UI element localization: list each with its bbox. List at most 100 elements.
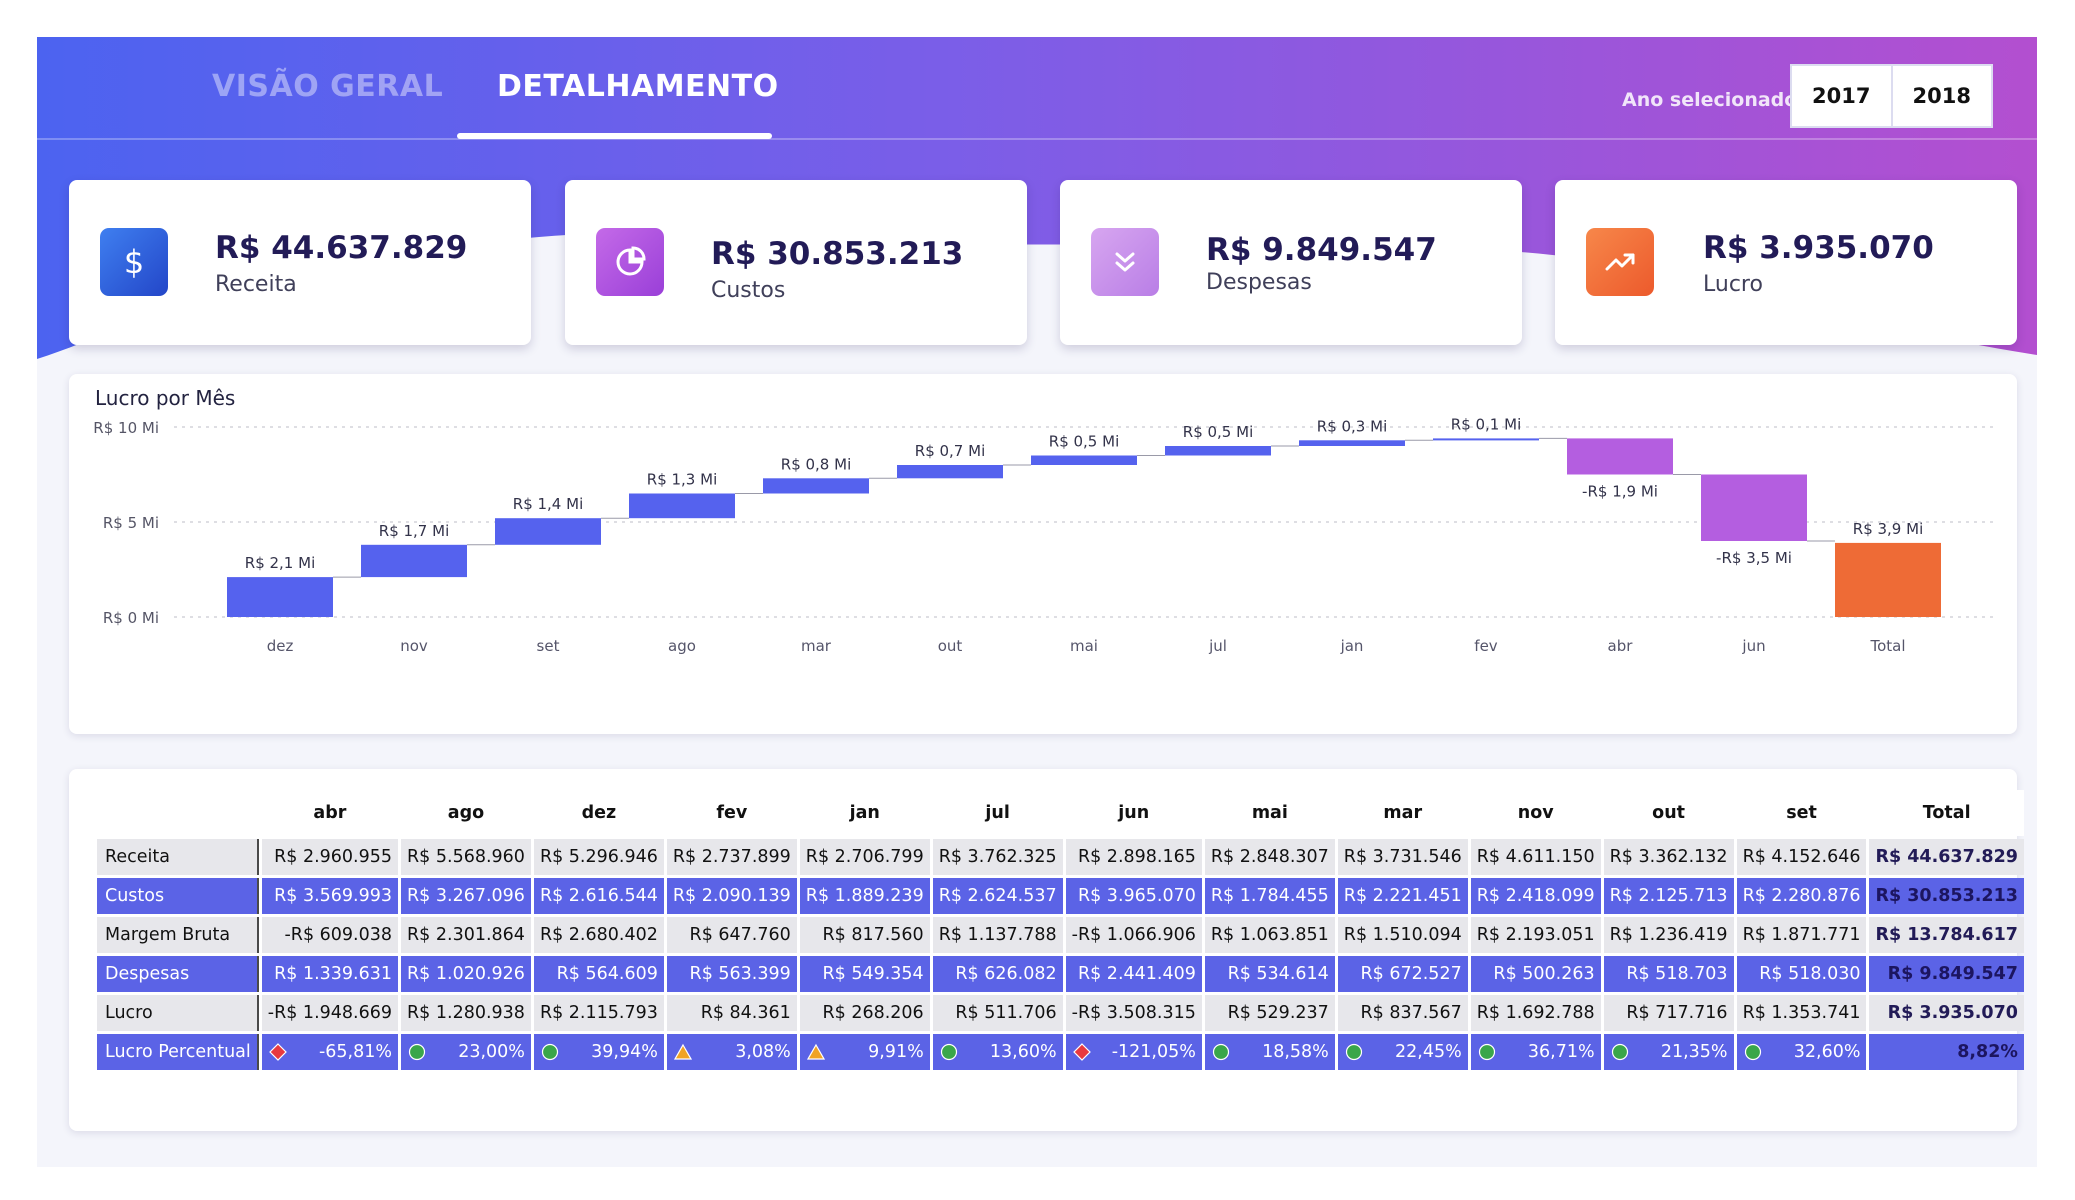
x-tick-label: fev bbox=[1474, 637, 1498, 655]
circle-indicator-icon bbox=[408, 1043, 426, 1061]
waterfall-bar bbox=[227, 577, 333, 617]
dashboard-canvas: VISÃO GERAL DETALHAMENTO Ano selecionado… bbox=[37, 37, 2037, 1167]
column-header[interactable]: jul bbox=[932, 790, 1063, 836]
kpi-value: R$ 44.637.829 bbox=[215, 230, 468, 266]
year-2017-button[interactable]: 2017 bbox=[1792, 66, 1891, 126]
x-tick-label: mar bbox=[801, 637, 832, 655]
column-header[interactable]: jun bbox=[1065, 790, 1202, 836]
table-cell: 13,60% bbox=[932, 1034, 1063, 1070]
table-cell: R$ 672.527 bbox=[1337, 956, 1468, 992]
column-header[interactable]: jan bbox=[799, 790, 930, 836]
column-header[interactable]: mai bbox=[1204, 790, 1335, 836]
kpi-value: R$ 3.935.070 bbox=[1703, 230, 1934, 266]
data-label: -R$ 3,5 Mi bbox=[1716, 549, 1792, 567]
table-cell: R$ 5.568.960 bbox=[401, 839, 531, 875]
kpi-label: Despesas bbox=[1206, 270, 1312, 295]
table-cell: R$ 837.567 bbox=[1337, 995, 1468, 1031]
waterfall-bar bbox=[1567, 438, 1673, 475]
table-cell: R$ 4.152.646 bbox=[1736, 839, 1867, 875]
tab-visao-geral[interactable]: VISÃO GERAL bbox=[212, 69, 443, 104]
cell-value: 39,94% bbox=[591, 1042, 658, 1062]
table-cell: R$ 3.569.993 bbox=[261, 878, 399, 914]
table-cell: R$ 717.716 bbox=[1603, 995, 1734, 1031]
cell-value: 3,08% bbox=[735, 1042, 791, 1062]
y-tick-label: R$ 5 Mi bbox=[103, 514, 159, 532]
table-cell: R$ 1.871.771 bbox=[1736, 917, 1867, 953]
table-cell: 22,45% bbox=[1337, 1034, 1468, 1070]
column-header[interactable]: abr bbox=[261, 790, 399, 836]
table-cell: R$ 2.193.051 bbox=[1470, 917, 1601, 953]
table-cell: 36,71% bbox=[1470, 1034, 1601, 1070]
table-row: Despesas R$ 1.339.631 R$ 1.020.926 R$ 564.6… bbox=[97, 956, 2024, 992]
cell-value: -65,81% bbox=[318, 1042, 393, 1062]
table-cell: R$ 529.237 bbox=[1204, 995, 1335, 1031]
table-cell: R$ 2.125.713 bbox=[1603, 878, 1734, 914]
row-label: Custos bbox=[97, 878, 259, 914]
column-header[interactable]: set bbox=[1736, 790, 1867, 836]
cell-value: 32,60% bbox=[1793, 1042, 1861, 1062]
table-cell: R$ 2.616.544 bbox=[533, 878, 664, 914]
cell-value: 36,71% bbox=[1527, 1042, 1595, 1062]
table-cell: R$ 13.784.617 bbox=[1869, 917, 2024, 953]
kpi-label: Lucro bbox=[1703, 272, 1763, 297]
table-cell: R$ 2.960.955 bbox=[261, 839, 399, 875]
cell-value: -121,05% bbox=[1111, 1042, 1196, 1062]
table-row: Receita R$ 2.960.955 R$ 5.568.960 R$ 5.296.… bbox=[97, 839, 2024, 875]
row-label: Receita bbox=[97, 839, 259, 875]
triangle-indicator-icon bbox=[673, 1043, 692, 1060]
table-cell: 8,82% bbox=[1869, 1034, 2024, 1070]
cell-value: 18,58% bbox=[1262, 1042, 1329, 1062]
column-header[interactable]: Total bbox=[1869, 790, 2024, 836]
column-header-empty bbox=[97, 790, 259, 836]
table-cell: R$ 3.267.096 bbox=[401, 878, 531, 914]
table-cell: R$ 647.760 bbox=[666, 917, 797, 953]
column-header[interactable]: nov bbox=[1470, 790, 1601, 836]
column-header[interactable]: out bbox=[1603, 790, 1734, 836]
kpi-card-custos: R$ 30.853.213 Custos bbox=[565, 180, 1027, 345]
waterfall-bar bbox=[361, 544, 467, 578]
column-header[interactable]: dez bbox=[533, 790, 664, 836]
data-label: R$ 3,9 Mi bbox=[1853, 520, 1923, 538]
table-cell: R$ 511.706 bbox=[932, 995, 1063, 1031]
table-cell: -R$ 609.038 bbox=[261, 917, 399, 953]
table-cell: R$ 2.221.451 bbox=[1337, 878, 1468, 914]
column-header[interactable]: ago bbox=[401, 790, 531, 836]
cell-value: 22,45% bbox=[1394, 1042, 1462, 1062]
table-cell: R$ 3.762.325 bbox=[932, 839, 1063, 875]
x-tick-label: jul bbox=[1208, 637, 1227, 655]
waterfall-bar bbox=[1299, 440, 1405, 446]
table-cell: R$ 268.206 bbox=[799, 995, 930, 1031]
table-cell: R$ 1.339.631 bbox=[261, 956, 399, 992]
tab-detalhamento[interactable]: DETALHAMENTO bbox=[497, 69, 779, 104]
table-cell: R$ 1.280.938 bbox=[401, 995, 531, 1031]
table-cell: R$ 563.399 bbox=[666, 956, 797, 992]
column-header[interactable]: fev bbox=[666, 790, 797, 836]
table-cell: R$ 549.354 bbox=[799, 956, 930, 992]
data-label: R$ 0,3 Mi bbox=[1317, 417, 1387, 435]
cell-value: 21,35% bbox=[1660, 1042, 1728, 1062]
table-cell: R$ 500.263 bbox=[1470, 956, 1601, 992]
row-label: Lucro Percentual bbox=[97, 1034, 259, 1070]
table-cell: 18,58% bbox=[1204, 1034, 1335, 1070]
data-label: R$ 1,7 Mi bbox=[379, 522, 449, 540]
year-selector-label: Ano selecionado: bbox=[1622, 89, 1805, 111]
table-cell: R$ 2.441.409 bbox=[1065, 956, 1202, 992]
table-cell: 23,00% bbox=[401, 1034, 531, 1070]
year-2018-button[interactable]: 2018 bbox=[1890, 66, 1992, 126]
table-cell: R$ 2.737.899 bbox=[666, 839, 797, 875]
table-cell: R$ 1.510.094 bbox=[1337, 917, 1468, 953]
table-cell: R$ 1.353.741 bbox=[1736, 995, 1867, 1031]
circle-indicator-icon bbox=[940, 1043, 957, 1061]
y-tick-label: R$ 0 Mi bbox=[103, 609, 159, 627]
waterfall-bar bbox=[1165, 446, 1271, 456]
row-label: Lucro bbox=[97, 995, 259, 1031]
data-label: R$ 0,5 Mi bbox=[1049, 433, 1119, 451]
circle-indicator-icon bbox=[541, 1043, 559, 1061]
data-label: R$ 0,1 Mi bbox=[1451, 415, 1521, 433]
table-cell: R$ 3.362.132 bbox=[1603, 839, 1734, 875]
triangle-indicator-icon bbox=[806, 1043, 825, 1060]
table-row: Lucro Percentual -65,81% 23,00% 39,94% 3,08%… bbox=[97, 1034, 2024, 1070]
table-cell: R$ 5.296.946 bbox=[533, 839, 664, 875]
column-header[interactable]: mar bbox=[1337, 790, 1468, 836]
circle-indicator-icon bbox=[1611, 1043, 1628, 1061]
